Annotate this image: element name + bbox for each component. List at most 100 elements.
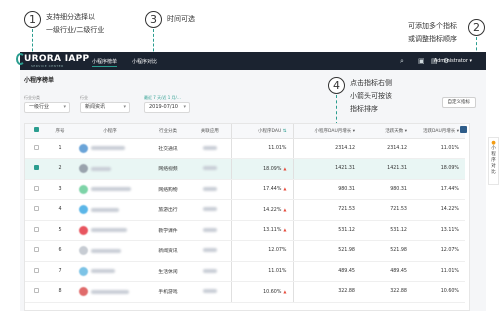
nav-item-compare[interactable]: 小程序对比 bbox=[132, 58, 157, 65]
sub-industry-filter[interactable]: 行业 新闻资讯 ▾ bbox=[80, 95, 130, 113]
col-header-active-growth-label: 活跃DAU月增长 bbox=[423, 128, 456, 134]
related-app-cell bbox=[189, 281, 231, 303]
related-app-redacted bbox=[202, 289, 217, 293]
user-name: Administrator bbox=[433, 58, 468, 64]
sort-arrow-icon[interactable]: ▾ bbox=[457, 129, 459, 134]
dau-cell: 10.60% ▲ bbox=[230, 281, 294, 303]
page-title: 小程序榜单 bbox=[24, 77, 55, 84]
annotation-text-2: 可添加多个指标 或调整指标顺序 bbox=[408, 20, 457, 46]
app-cell[interactable] bbox=[73, 179, 147, 200]
dau-growth-cell: 531.12 bbox=[293, 220, 361, 241]
app-name-redacted bbox=[91, 187, 131, 192]
app-cell[interactable] bbox=[73, 220, 147, 241]
row-checkbox[interactable] bbox=[25, 281, 47, 303]
dau-growth-cell: 980.31 bbox=[293, 179, 361, 200]
dau-growth-cell: 489.45 bbox=[293, 261, 361, 282]
checkbox-icon bbox=[33, 288, 39, 294]
nav-item-ranking[interactable]: 小程序榜单 bbox=[92, 58, 118, 67]
app-name-redacted bbox=[91, 146, 125, 151]
dau-cell: 11.01% bbox=[230, 261, 294, 282]
table-row[interactable]: 1 社交通讯 11.01% 2314.12 2314.12 11.01% bbox=[25, 138, 465, 159]
app-name-redacted bbox=[91, 269, 115, 274]
table-row[interactable]: 3 网络购物 17.44% ▲ 980.31 980.31 17.44% bbox=[25, 179, 465, 200]
app-cell[interactable] bbox=[73, 281, 147, 303]
row-checkbox[interactable] bbox=[25, 220, 47, 241]
row-index: 1 bbox=[47, 138, 73, 159]
sort-arrow-icon[interactable]: ▾ bbox=[405, 129, 407, 134]
custom-metrics-button[interactable]: 自定义指标 bbox=[441, 97, 476, 108]
row-checkbox[interactable] bbox=[25, 199, 47, 221]
top-navigation-bar: URORA IAPP SERVICE CENTER 小程序榜单 小程序对比 ⌕ … bbox=[16, 52, 486, 70]
row-checkbox[interactable] bbox=[25, 240, 47, 262]
category-cell: 手机游戏 bbox=[147, 281, 189, 303]
app-logo[interactable]: URORA IAPP bbox=[24, 54, 89, 64]
annotation-1-line-1: 支持细分选择以 bbox=[46, 13, 95, 21]
dau-value: 18.09% bbox=[263, 166, 282, 172]
chevron-down-icon: ▾ bbox=[123, 104, 126, 110]
side-compare-tab[interactable]: ● 小程序对比 bbox=[488, 137, 499, 185]
active-growth-cell: 11.01% bbox=[413, 261, 465, 282]
annotation-marker-4: 4 bbox=[328, 77, 345, 94]
dau-growth-cell: 1421.31 bbox=[293, 158, 361, 180]
active-growth-cell: 10.60% bbox=[413, 281, 465, 303]
user-menu[interactable]: Administrator ▾ bbox=[434, 58, 472, 64]
annotation-4-line-2: 小箭头可按该 bbox=[350, 92, 392, 100]
dau-growth-cell: 521.98 bbox=[293, 240, 361, 262]
active-growth-cell: 18.09% bbox=[413, 158, 465, 180]
date-filter[interactable]: 最近 7 天/近 1 月/… 2019-07/10 ▾ bbox=[144, 95, 190, 113]
checkbox-icon bbox=[33, 247, 39, 253]
table-row[interactable]: 7 生活休闲 11.01% 489.45 489.45 11.01% bbox=[25, 261, 465, 282]
chevron-down-icon: ▾ bbox=[183, 104, 186, 110]
col-header-active-days-label: 活跃天数 bbox=[385, 128, 404, 134]
sort-icon[interactable]: ⇅ bbox=[283, 129, 287, 134]
table-row[interactable]: 4 旅游出行 14.22% ▲ 721.53 721.53 14.22% bbox=[25, 199, 465, 221]
dau-value: 12.07% bbox=[268, 248, 287, 254]
select-all-checkbox[interactable] bbox=[25, 124, 47, 139]
ranking-table-container: 序号 小程序 行业分类 关联应用 小程序DAU ⇅ 小程序DAU月增长 ▾ 活跃… bbox=[24, 123, 470, 311]
row-index: 3 bbox=[47, 179, 73, 200]
row-checkbox[interactable] bbox=[25, 158, 47, 180]
sub-industry-select-value: 新闻资讯 bbox=[85, 104, 106, 110]
app-cell[interactable] bbox=[73, 138, 147, 159]
industry-select[interactable]: 一级行业 ▾ bbox=[24, 102, 70, 113]
industry-filter[interactable]: 行业分类 一级行业 ▾ bbox=[24, 95, 70, 113]
date-select[interactable]: 2019-07/10 ▾ bbox=[144, 102, 190, 113]
row-checkbox[interactable] bbox=[25, 179, 47, 200]
column-settings-icon[interactable] bbox=[460, 126, 467, 133]
active-days-cell: 2314.12 bbox=[361, 138, 413, 159]
app-cell[interactable] bbox=[73, 240, 147, 262]
related-app-cell bbox=[189, 138, 231, 159]
app-cell[interactable] bbox=[73, 261, 147, 282]
date-filter-label[interactable]: 最近 7 天/近 1 月/… bbox=[144, 95, 190, 101]
row-checkbox[interactable] bbox=[25, 138, 47, 159]
sub-industry-select[interactable]: 新闻资讯 ▾ bbox=[80, 102, 130, 113]
window-icon[interactable]: ▣ bbox=[418, 57, 425, 65]
col-header-category: 行业分类 bbox=[147, 124, 189, 139]
table-row[interactable]: 2 网络视频 18.09% ▲ 1421.31 1421.31 18.09% bbox=[25, 158, 465, 180]
category-cell: 生活休闲 bbox=[147, 261, 189, 282]
industry-select-value: 一级行业 bbox=[29, 104, 50, 110]
dau-growth-cell: 721.53 bbox=[293, 199, 361, 221]
dau-growth-cell: 2314.12 bbox=[293, 138, 361, 159]
search-icon[interactable]: ⌕ bbox=[400, 57, 404, 66]
row-checkbox[interactable] bbox=[25, 261, 47, 282]
col-header-index: 序号 bbox=[47, 124, 73, 139]
table-row[interactable]: 5 教学课件 13.11% ▲ 531.12 531.12 13.11% bbox=[25, 220, 465, 241]
col-header-dau[interactable]: 小程序DAU ⇅ bbox=[230, 124, 294, 139]
app-cell[interactable] bbox=[73, 158, 147, 180]
app-thumbnail bbox=[79, 266, 88, 276]
related-app-redacted bbox=[202, 166, 217, 170]
app-name-redacted bbox=[91, 166, 111, 171]
table-row[interactable]: 6 新闻资讯 12.07% 521.98 521.98 12.07% bbox=[25, 240, 465, 262]
col-header-active-growth[interactable]: 活跃DAU月增长 ▾ bbox=[413, 124, 465, 139]
col-header-active-days[interactable]: 活跃天数 ▾ bbox=[361, 124, 413, 139]
trend-up-icon: ▲ bbox=[283, 165, 287, 171]
related-app-redacted bbox=[202, 268, 217, 273]
sort-arrow-icon[interactable]: ▾ bbox=[353, 129, 355, 134]
app-cell[interactable] bbox=[73, 199, 147, 221]
dau-value: 17.44% bbox=[263, 187, 282, 193]
col-header-dau-growth[interactable]: 小程序DAU月增长 ▾ bbox=[293, 124, 361, 139]
dau-cell: 17.44% ▲ bbox=[230, 179, 294, 200]
app-logo-subtitle: SERVICE CENTER bbox=[31, 64, 64, 68]
table-row[interactable]: 8 手机游戏 10.60% ▲ 322.88 322.88 10.60% bbox=[25, 281, 465, 303]
